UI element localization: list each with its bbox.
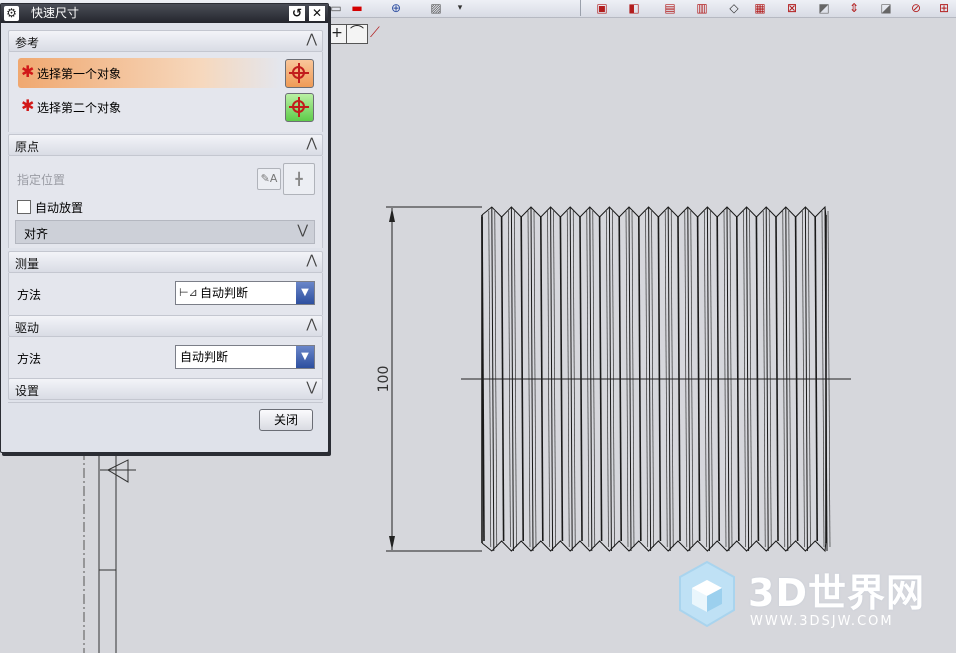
section-label: 设置 [15, 384, 40, 398]
dialog-footer-divider [8, 402, 323, 403]
inferred-dimension-icon: ⊢⊿ [179, 286, 198, 299]
close-button[interactable]: 关闭 [259, 409, 313, 431]
section-driving-body: 方法 自动判断 ▼ [8, 337, 323, 379]
driving-method-select[interactable]: 自动判断 ▼ [175, 345, 315, 369]
dimension-arrow-top [389, 208, 395, 222]
watermark-url: WWW.3DSJW.COM [750, 614, 894, 629]
chevron-up-icon[interactable]: ⋀ [306, 136, 317, 151]
thread-profile-bottom [481, 540, 827, 553]
projection-icon[interactable]: ⊠ [784, 1, 800, 15]
watermark: 3D世界网 WWW.3DSJW.COM [668, 556, 948, 646]
text-settings-icon[interactable]: ✎A [257, 168, 281, 190]
color-bar-icon[interactable]: ▬ [349, 1, 365, 15]
required-icon: ✱ [21, 96, 35, 115]
thread-profile-top [481, 205, 827, 218]
hatch-icon[interactable]: ▨ [428, 1, 444, 15]
select-first-object-row[interactable]: ✱ 选择第一个对象 [18, 58, 280, 88]
chevron-down-icon[interactable]: ▼ [296, 346, 314, 368]
measure-method-label: 方法 [17, 288, 42, 302]
auto-place-label: 自动放置 [35, 201, 84, 215]
close-icon[interactable]: ✕ [309, 6, 325, 21]
break-view-icon[interactable]: ▦ [752, 1, 768, 15]
select-second-object-button[interactable] [285, 93, 314, 122]
measure-method-select[interactable]: ⊢⊿ 自动判断 ▼ [175, 281, 315, 305]
driving-method-label: 方法 [17, 352, 42, 366]
dimension-arrow-bottom [389, 536, 395, 550]
snap-edge-icon[interactable]: ⟋ [370, 25, 380, 41]
section-origin-header[interactable]: 原点 ⋀ [8, 134, 323, 156]
select-first-object-button[interactable] [285, 59, 314, 88]
view-update-icon[interactable]: ▤ [662, 1, 678, 15]
chevron-up-icon[interactable]: ⋀ [306, 253, 317, 268]
specify-location-label: 指定位置 [17, 173, 66, 187]
symbol-triangle [106, 459, 129, 483]
snap-intersection-icon[interactable]: + [326, 24, 348, 44]
dialog-title: 快速尺寸 [31, 6, 80, 20]
detail-view-icon[interactable]: ◇ [726, 1, 742, 15]
dimension-text[interactable]: 100 [376, 366, 392, 393]
quick-dimension-dialog: ⚙ 快速尺寸 ↺ ✕ 参考 ⋀ ✱ 选择第一个对象 ✱ 选择第二个对象 原点 ⋀… [0, 3, 329, 453]
view-icon[interactable]: ▣ [594, 1, 610, 15]
section-view-icon[interactable]: ▥ [694, 1, 710, 15]
section-origin-body: 指定位置 ✎A ╋ 自动放置 对齐 ⋁ [8, 156, 323, 248]
align-value: 对齐 [24, 227, 49, 241]
watermark-brand: 3D世界网 [748, 571, 925, 615]
section-label: 参考 [15, 36, 40, 50]
more-tools-icon[interactable]: ⊞ [936, 1, 952, 15]
chevron-down-icon[interactable]: ⋁ [306, 380, 317, 395]
chevron-down-icon[interactable]: ▼ [296, 282, 314, 304]
location-picker-icon[interactable]: ╋ [283, 163, 315, 195]
section-measure-body: 方法 ⊢⊿ 自动判断 ▼ [8, 273, 323, 315]
chevron-down-icon[interactable]: ⋁ [297, 223, 308, 238]
gear-icon[interactable]: ⚙ [4, 6, 19, 21]
reset-button[interactable]: ↺ [289, 6, 305, 21]
driving-method-value: 自动判断 [180, 350, 229, 364]
section-label: 测量 [15, 257, 40, 271]
section-reference-body: ✱ 选择第一个对象 ✱ 选择第二个对象 [8, 52, 323, 132]
snap-toolbar: + ⌒ ⟋ [326, 24, 394, 44]
section-reference-header[interactable]: 参考 ⋀ [8, 30, 323, 52]
toolbar-separator [580, 0, 581, 16]
section-label: 驱动 [15, 321, 40, 335]
required-icon: ✱ [21, 62, 35, 81]
section-settings-header[interactable]: 设置 ⋁ [8, 378, 323, 400]
align-view-icon[interactable]: ⇕ [846, 1, 862, 15]
align-dropdown[interactable]: 对齐 ⋁ [15, 220, 315, 244]
auto-place-checkbox[interactable] [17, 200, 31, 214]
dropdown-arrow-icon[interactable]: ▾ [452, 1, 468, 15]
rectangle-icon[interactable]: ▭ [328, 1, 344, 15]
measure-method-value: 自动判断 [200, 286, 249, 300]
crosshair-icon [292, 66, 305, 79]
crosshair-icon [292, 100, 305, 113]
zoom-window-icon[interactable]: ◧ [626, 1, 642, 15]
point-icon[interactable]: ⊕ [388, 1, 404, 15]
section-driving-header[interactable]: 驱动 ⋀ [8, 315, 323, 337]
dialog-title-bar[interactable]: ⚙ 快速尺寸 ↺ ✕ [1, 4, 328, 23]
select-first-label: 选择第一个对象 [37, 67, 122, 81]
move-view-icon[interactable]: ◪ [878, 1, 894, 15]
section-label: 原点 [15, 140, 40, 154]
select-second-object-row[interactable]: ✱ 选择第二个对象 [18, 92, 280, 122]
auxiliary-view-icon[interactable]: ◩ [816, 1, 832, 15]
snap-angle-icon[interactable]: ⌒ [346, 24, 368, 44]
chevron-up-icon[interactable]: ⋀ [306, 317, 317, 332]
section-measure-header[interactable]: 测量 ⋀ [8, 251, 323, 273]
display-icon[interactable]: ⊘ [908, 1, 924, 15]
select-second-label: 选择第二个对象 [37, 101, 122, 115]
cube-logo-icon [679, 560, 735, 628]
chevron-up-icon[interactable]: ⋀ [306, 32, 317, 47]
